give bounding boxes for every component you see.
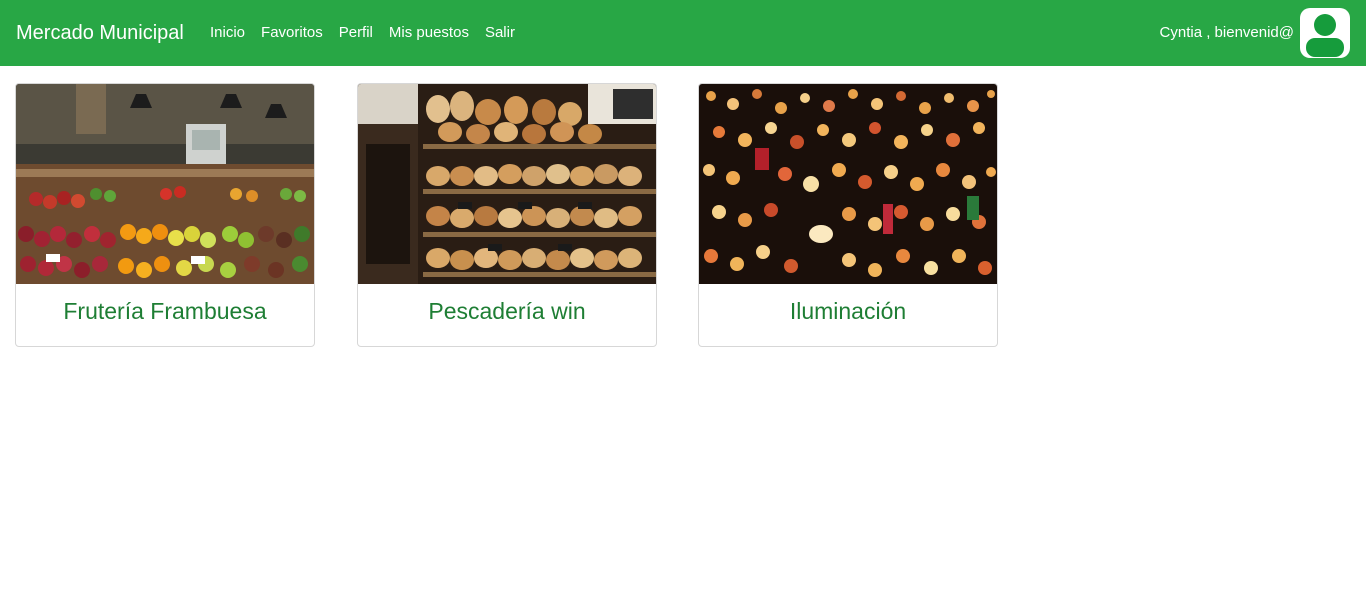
stall-card-fruteria[interactable]: Frutería Frambuesa: [15, 83, 315, 347]
stall-card-iluminacion[interactable]: Iluminación: [698, 83, 998, 347]
bakery-bread-photo: [358, 84, 656, 284]
stall-card-title: Pescadería win: [428, 298, 586, 324]
nav-link-perfil[interactable]: Perfil: [339, 22, 373, 44]
hanging-lamps-photo: [699, 84, 997, 284]
nav-link-mis-puestos[interactable]: Mis puestos: [389, 22, 469, 44]
navbar: Mercado Municipal Inicio Favoritos Perfi…: [0, 0, 1366, 66]
brand-link[interactable]: Mercado Municipal: [16, 20, 184, 46]
stall-card-title: Frutería Frambuesa: [63, 298, 267, 324]
user-greeting: Cyntia , bienvenid@: [1159, 24, 1294, 41]
nav-link-inicio[interactable]: Inicio: [210, 22, 245, 44]
fruit-stall-photo: [16, 84, 314, 284]
stall-card-pescaderia[interactable]: Pescadería win: [357, 83, 657, 347]
nav-link-favoritos[interactable]: Favoritos: [261, 22, 323, 44]
user-avatar-icon[interactable]: [1300, 8, 1350, 58]
nav-link-salir[interactable]: Salir: [485, 22, 515, 44]
nav-links: Inicio Favoritos Perfil Mis puestos Sali…: [210, 22, 531, 44]
stall-card-title: Iluminación: [789, 298, 907, 324]
